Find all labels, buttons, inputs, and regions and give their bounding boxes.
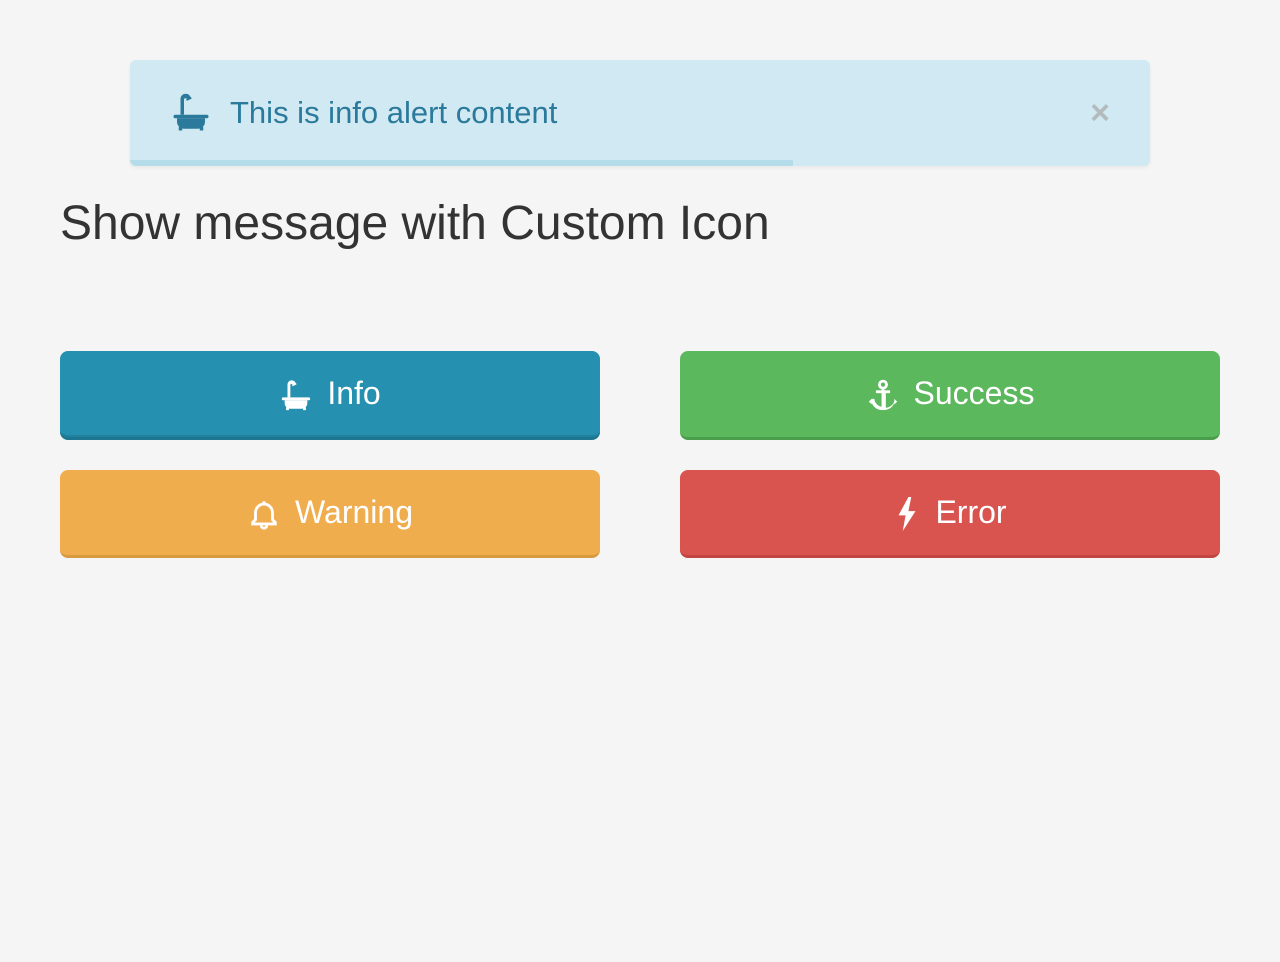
alert-progress-bar [130, 160, 793, 166]
bath-icon [279, 375, 313, 413]
page-title: Show message with Custom Icon [60, 196, 1220, 251]
alert-message: This is info alert content [230, 95, 557, 131]
bolt-icon [893, 494, 921, 532]
button-label: Error [935, 494, 1006, 531]
button-label: Info [327, 375, 380, 412]
info-alert: This is info alert content × [130, 60, 1150, 166]
button-label: Warning [295, 494, 413, 531]
bath-icon [170, 92, 212, 134]
button-label: Success [914, 375, 1035, 412]
close-icon[interactable]: × [1090, 96, 1110, 130]
warning-button[interactable]: Warning [60, 470, 600, 559]
button-grid: Info Success Warning [60, 351, 1220, 558]
error-button[interactable]: Error [680, 470, 1220, 559]
anchor-icon [866, 375, 900, 413]
success-button[interactable]: Success [680, 351, 1220, 440]
bell-icon [247, 494, 281, 532]
info-button[interactable]: Info [60, 351, 600, 440]
